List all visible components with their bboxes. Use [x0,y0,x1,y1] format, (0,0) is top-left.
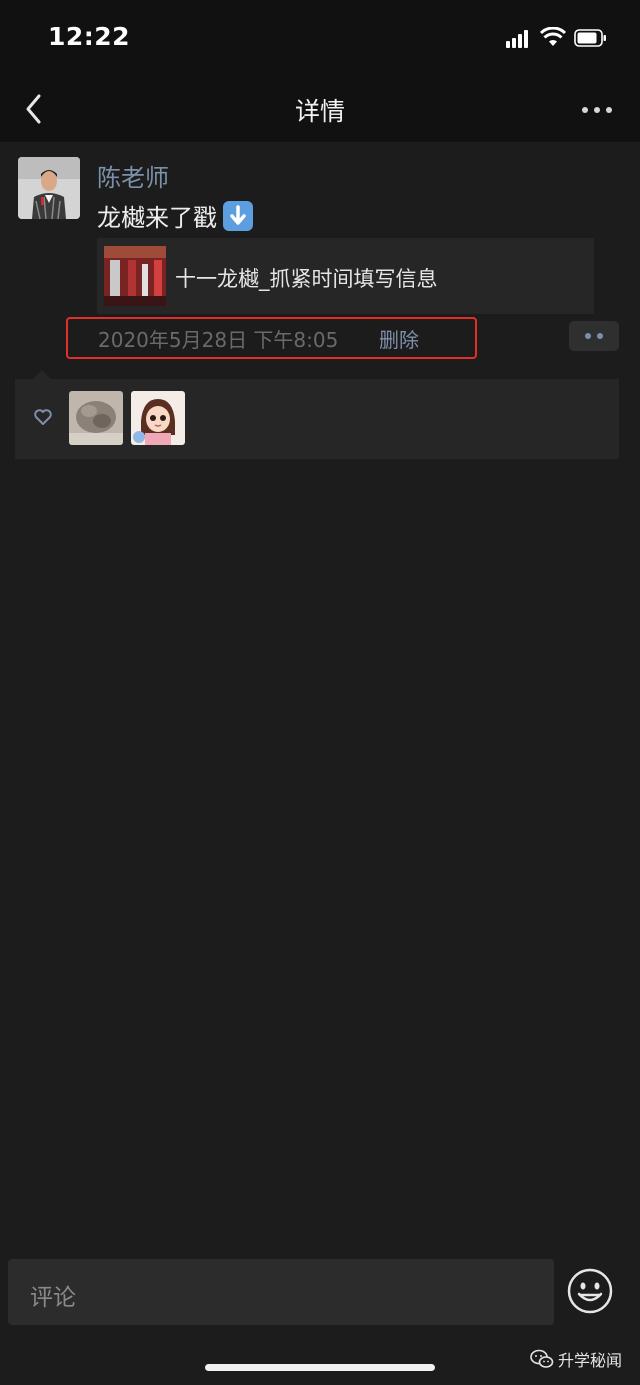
smiley-icon[interactable] [566,1267,614,1315]
down-arrow-emoji-icon [223,200,253,231]
battery-icon [574,29,606,47]
author-name[interactable]: 陈老师 [97,158,169,193]
comment-input[interactable]: 评论 [8,1259,554,1325]
like-comment-button[interactable] [569,321,619,351]
page-title: 详情 [294,97,345,126]
screen: 12:22 详情 陈老师 龙樾来了戳 十一龙樾_抓紧时间填写信息 2020年5月… [0,0,640,1385]
shared-link-card[interactable]: 十一龙樾_抓紧时间填写信息 [97,238,594,314]
post-timestamp: 2020年5月28日 下午8:05 [98,328,339,352]
comment-placeholder: 评论 [30,1285,76,1311]
link-thumbnail [104,246,166,306]
status-bar: 12:22 [0,0,640,78]
liker-avatar[interactable] [69,391,123,445]
likes-panel [15,379,619,459]
post-text: 龙樾来了戳 [97,198,253,233]
post-text-content: 龙樾来了戳 [97,204,217,232]
highlight-box: 2020年5月28日 下午8:05 删除 [66,317,477,359]
delete-button[interactable]: 删除 [379,324,419,353]
home-indicator[interactable] [205,1364,435,1371]
author-avatar[interactable] [18,157,80,219]
cellular-signal-icon [506,30,528,48]
liker-avatar[interactable] [131,391,185,445]
watermark-text: 升学秘闻 [558,1351,623,1370]
nav-bar: 详情 [0,78,640,142]
more-dots-icon[interactable] [580,100,614,120]
link-title: 十一龙樾_抓紧时间填写信息 [175,267,438,291]
wechat-icon [530,1349,554,1368]
heart-icon [34,409,52,425]
watermark: 升学秘闻 [530,1347,622,1371]
status-time: 12:22 [48,22,131,51]
wifi-icon [540,27,566,46]
